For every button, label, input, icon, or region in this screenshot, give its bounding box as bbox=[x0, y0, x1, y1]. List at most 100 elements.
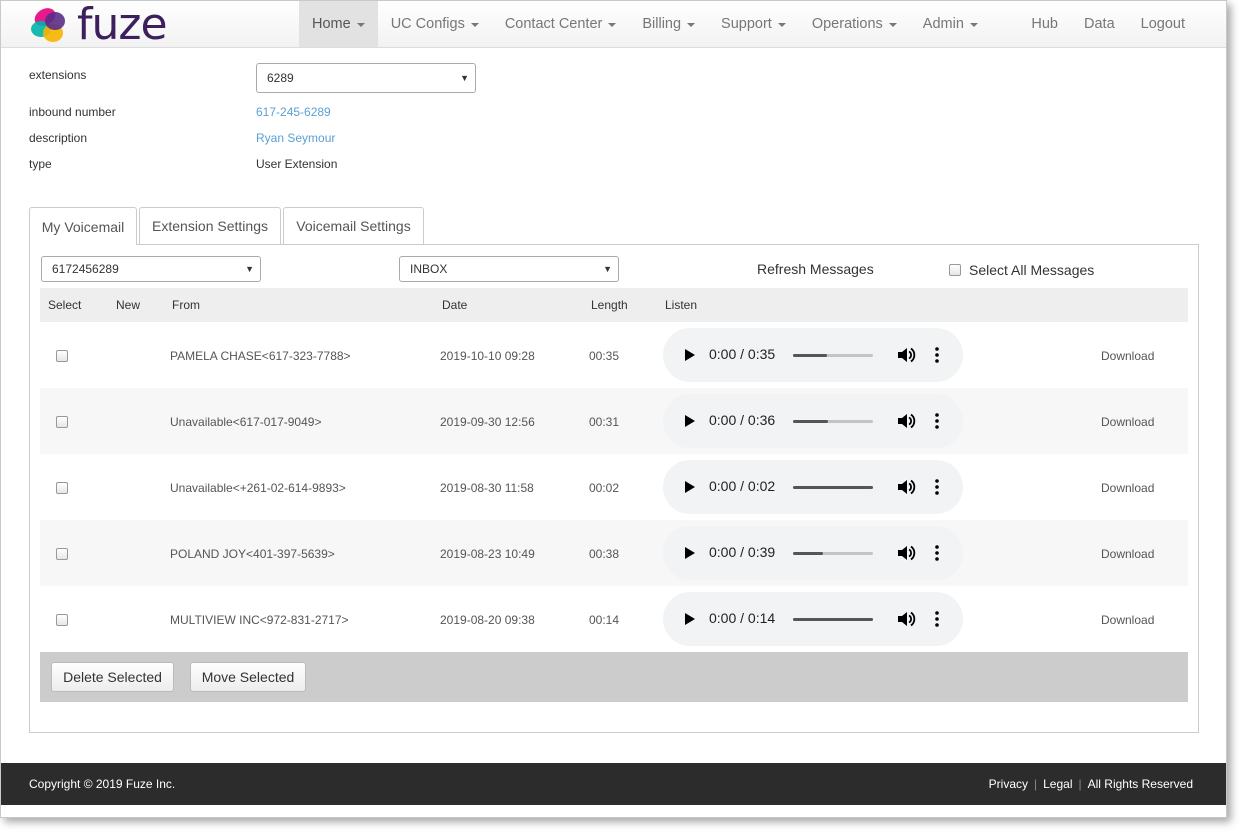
top-navbar: fuze Home UC Configs Contact Center Bill… bbox=[1, 1, 1226, 48]
nav-contact-center-label: Contact Center bbox=[504, 16, 603, 32]
more-options-icon[interactable] bbox=[935, 478, 939, 496]
seek-bar[interactable] bbox=[793, 354, 873, 357]
volume-icon[interactable] bbox=[896, 346, 916, 364]
more-options-icon[interactable] bbox=[935, 412, 939, 430]
nav-admin[interactable]: Admin bbox=[910, 1, 991, 47]
dropdown-arrow-icon: ▼ bbox=[245, 264, 254, 274]
footer-privacy-link[interactable]: Privacy bbox=[989, 777, 1028, 791]
row-length: 00:35 bbox=[589, 349, 620, 363]
folder-select-value: INBOX bbox=[410, 262, 448, 276]
folder-select[interactable]: INBOX ▼ bbox=[399, 256, 619, 282]
select-all-messages[interactable]: Select All Messages bbox=[949, 262, 1094, 278]
action-bar: Delete Selected Move Selected bbox=[40, 652, 1188, 702]
active-tab-connector bbox=[30, 243, 136, 245]
volume-icon[interactable] bbox=[896, 478, 916, 496]
play-icon[interactable] bbox=[685, 349, 695, 361]
fuze-logo[interactable]: fuze bbox=[29, 3, 168, 47]
nav-home[interactable]: Home bbox=[299, 1, 378, 47]
nav-uc-configs[interactable]: UC Configs bbox=[378, 1, 492, 47]
player-time: 0:00 / 0:36 bbox=[709, 412, 776, 428]
mailbox-select[interactable]: 6172456289 ▼ bbox=[41, 256, 261, 282]
row-from: PAMELA CHASE<617-323-7788> bbox=[170, 349, 351, 363]
header-from: From bbox=[172, 298, 200, 312]
player-time: 0:00 / 0:35 bbox=[709, 346, 776, 362]
dropdown-arrow-icon: ▼ bbox=[460, 73, 469, 83]
play-icon[interactable] bbox=[685, 613, 695, 625]
table-row: Unavailable<617-017-9049> 2019-09-30 12:5… bbox=[40, 388, 1188, 454]
seek-bar[interactable] bbox=[793, 618, 873, 621]
inbound-number-label: inbound number bbox=[29, 105, 116, 119]
play-icon[interactable] bbox=[685, 481, 695, 493]
buffered-fill bbox=[793, 618, 873, 621]
play-icon[interactable] bbox=[685, 415, 695, 427]
download-link[interactable]: Download bbox=[1101, 547, 1154, 561]
row-select-checkbox[interactable] bbox=[56, 350, 68, 362]
caret-down-icon bbox=[777, 23, 786, 27]
header-length: Length bbox=[591, 298, 628, 312]
delete-selected-button[interactable]: Delete Selected bbox=[51, 662, 174, 692]
type-label: type bbox=[29, 157, 52, 171]
volume-icon[interactable] bbox=[896, 412, 916, 430]
extensions-select[interactable]: 6289 ▼ bbox=[256, 63, 476, 93]
row-date: 2019-09-30 12:56 bbox=[440, 415, 535, 429]
nav-billing[interactable]: Billing bbox=[629, 1, 708, 47]
row-select-checkbox[interactable] bbox=[56, 548, 68, 560]
download-link[interactable]: Download bbox=[1101, 415, 1154, 429]
more-options-icon[interactable] bbox=[935, 610, 939, 628]
download-link[interactable]: Download bbox=[1101, 481, 1154, 495]
header-listen: Listen bbox=[665, 298, 698, 312]
caret-down-icon bbox=[888, 23, 897, 27]
download-link[interactable]: Download bbox=[1101, 349, 1154, 363]
inbound-number-link[interactable]: 617-245-6289 bbox=[256, 105, 331, 119]
audio-player: 0:00 / 0:39 bbox=[663, 526, 963, 580]
header-new: New bbox=[116, 298, 141, 312]
nav-data[interactable]: Data bbox=[1071, 1, 1128, 47]
tab-my-voicemail[interactable]: My Voicemail bbox=[29, 207, 137, 245]
more-options-icon[interactable] bbox=[935, 346, 939, 364]
dropdown-arrow-icon: ▼ bbox=[603, 264, 612, 274]
move-selected-button[interactable]: Move Selected bbox=[190, 662, 306, 692]
seek-bar[interactable] bbox=[793, 552, 873, 555]
nav-hub[interactable]: Hub bbox=[1018, 1, 1071, 47]
select-all-label: Select All Messages bbox=[969, 262, 1095, 278]
description-label: description bbox=[29, 131, 88, 145]
volume-icon[interactable] bbox=[896, 544, 916, 562]
nav-support[interactable]: Support bbox=[708, 1, 799, 47]
footer-legal-link[interactable]: Legal bbox=[1043, 777, 1072, 791]
main-menu: Home UC Configs Contact Center Billing S… bbox=[299, 1, 991, 47]
seek-bar[interactable] bbox=[793, 486, 873, 489]
row-from: Unavailable<617-017-9049> bbox=[170, 415, 322, 429]
row-select-checkbox[interactable] bbox=[56, 614, 68, 626]
nav-admin-label: Admin bbox=[922, 16, 964, 32]
tab-voicemail-settings[interactable]: Voicemail Settings bbox=[283, 207, 424, 244]
caret-down-icon bbox=[608, 23, 617, 27]
row-length: 00:02 bbox=[589, 481, 620, 495]
nav-support-label: Support bbox=[721, 16, 772, 32]
audio-player: 0:00 / 0:14 bbox=[663, 592, 963, 646]
row-select-checkbox[interactable] bbox=[56, 416, 68, 428]
description-link[interactable]: Ryan Seymour bbox=[256, 131, 335, 145]
nav-contact-center[interactable]: Contact Center bbox=[492, 1, 630, 47]
row-date: 2019-10-10 09:28 bbox=[440, 349, 535, 363]
download-link[interactable]: Download bbox=[1101, 613, 1154, 627]
nav-operations[interactable]: Operations bbox=[799, 1, 910, 47]
row-select-checkbox[interactable] bbox=[56, 482, 68, 494]
caret-down-icon bbox=[356, 23, 365, 27]
refresh-messages-button[interactable]: Refresh Messages bbox=[757, 261, 874, 277]
messages-table-header: Select New From Date Length Listen bbox=[40, 288, 1188, 322]
more-options-icon[interactable] bbox=[935, 544, 939, 562]
tab-extension-settings[interactable]: Extension Settings bbox=[139, 207, 281, 244]
row-date: 2019-08-23 10:49 bbox=[440, 547, 535, 561]
header-select: Select bbox=[48, 298, 82, 312]
select-all-checkbox[interactable] bbox=[949, 264, 961, 276]
audio-player: 0:00 / 0:02 bbox=[663, 460, 963, 514]
volume-icon[interactable] bbox=[896, 610, 916, 628]
app-window: fuze Home UC Configs Contact Center Bill… bbox=[0, 0, 1227, 818]
nav-logout[interactable]: Logout bbox=[1128, 1, 1198, 47]
row-from: MULTIVIEW INC<972-831-2717> bbox=[170, 613, 349, 627]
footer-rights-text: All Rights Reserved bbox=[1087, 777, 1193, 791]
row-date: 2019-08-30 11:58 bbox=[440, 481, 534, 495]
caret-down-icon bbox=[687, 23, 696, 27]
seek-bar[interactable] bbox=[793, 420, 873, 423]
play-icon[interactable] bbox=[685, 547, 695, 559]
